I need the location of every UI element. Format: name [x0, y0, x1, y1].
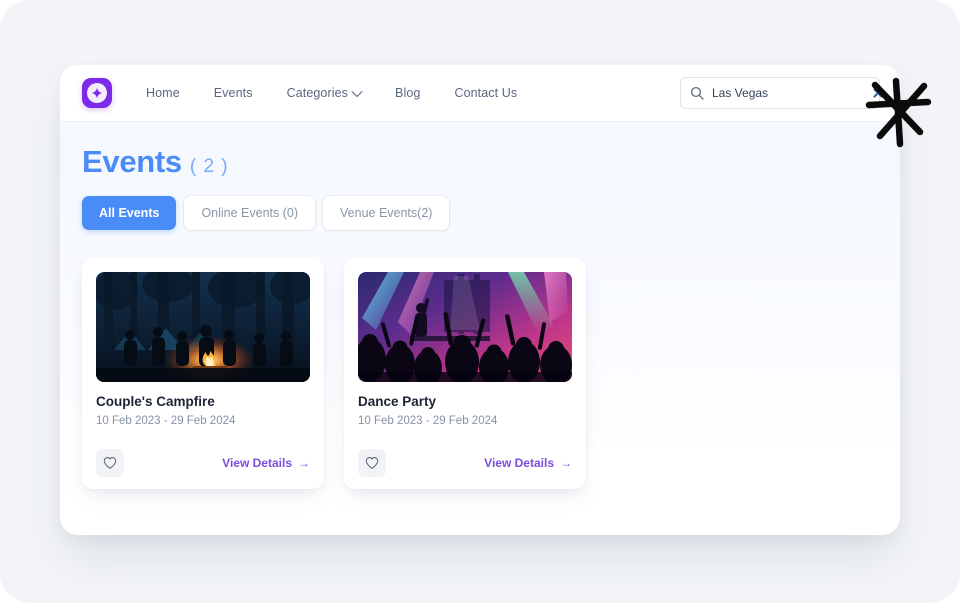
- top-navigation-bar: Home Events Categories Blog Contact Us: [60, 65, 900, 122]
- event-filter-tabs: All Events Online Events (0) Venue Event…: [82, 196, 878, 230]
- view-details-link[interactable]: View Details →: [484, 456, 572, 470]
- nav-item-categories[interactable]: Categories: [286, 80, 363, 106]
- heart-icon: [365, 457, 379, 469]
- brand-logo[interactable]: [82, 78, 112, 108]
- tab-label: All Events: [99, 206, 160, 220]
- event-card-footer: View Details →: [96, 449, 310, 477]
- view-details-link[interactable]: View Details →: [222, 456, 310, 470]
- page-title-text: Events: [82, 144, 182, 179]
- favorite-button[interactable]: [358, 449, 386, 477]
- search-bar[interactable]: [680, 77, 880, 109]
- nav-item-label: Blog: [395, 86, 421, 100]
- nav-item-label: Contact Us: [454, 86, 518, 100]
- event-card-footer: View Details →: [358, 449, 572, 477]
- logo-disc: [87, 83, 107, 103]
- app-window: Home Events Categories Blog Contact Us L…: [60, 65, 900, 535]
- event-image-campfire: [96, 272, 310, 382]
- nav-item-events[interactable]: Events: [214, 80, 253, 106]
- event-card[interactable]: Dance Party 10 Feb 2023 - 29 Feb 2024 Vi…: [344, 258, 586, 489]
- event-date-range: 10 Feb 2023 - 29 Feb 2024: [96, 415, 236, 427]
- tab-online-events[interactable]: Online Events (0): [184, 196, 316, 230]
- concert-photo: [358, 272, 572, 382]
- chevron-down-icon: [351, 85, 363, 98]
- page-title-count: ( 2 ): [189, 156, 229, 177]
- favorite-button[interactable]: [96, 449, 124, 477]
- search-input[interactable]: [712, 86, 867, 100]
- search-icon: [690, 86, 704, 100]
- arrow-right-icon: →: [298, 456, 310, 470]
- event-card[interactable]: Couple's Campfire 10 Feb 2023 - 29 Feb 2…: [82, 258, 324, 489]
- event-card-list: Couple's Campfire 10 Feb 2023 - 29 Feb 2…: [82, 258, 878, 489]
- event-image-dance-party: [358, 272, 572, 382]
- nav-item-label: Categories: [286, 86, 349, 100]
- heart-icon: [103, 457, 117, 469]
- event-title: Couple's Campfire: [96, 394, 215, 409]
- asterisk-icon: [865, 77, 932, 148]
- tab-all-events[interactable]: All Events: [82, 196, 177, 230]
- nav-item-blog[interactable]: Blog: [395, 80, 420, 106]
- page-background: Home Events Categories Blog Contact Us L…: [0, 0, 960, 603]
- arrow-right-icon: →: [560, 456, 572, 470]
- sparkle-icon: [91, 87, 103, 99]
- nav-item-label: Home: [146, 86, 180, 100]
- nav-links: Home Events Categories Blog Contact Us: [146, 80, 517, 106]
- view-details-label: View Details: [222, 456, 292, 470]
- page-content: Events ( 2 ) All Events Online Events (0…: [60, 122, 900, 535]
- event-title: Dance Party: [358, 394, 437, 409]
- nav-item-contact-us[interactable]: Contact Us: [454, 80, 517, 106]
- campfire-photo: [96, 272, 310, 382]
- nav-item-label: Events: [213, 86, 253, 100]
- nav-item-home[interactable]: Home: [146, 80, 180, 106]
- tab-label: Venue Events(2): [340, 206, 433, 220]
- view-details-label: View Details: [484, 456, 554, 470]
- event-date-range: 10 Feb 2023 - 29 Feb 2024: [358, 415, 498, 427]
- tab-label: Online Events (0): [201, 206, 299, 220]
- page-title: Events ( 2 ): [82, 144, 878, 180]
- tab-venue-events[interactable]: Venue Events(2): [323, 196, 450, 230]
